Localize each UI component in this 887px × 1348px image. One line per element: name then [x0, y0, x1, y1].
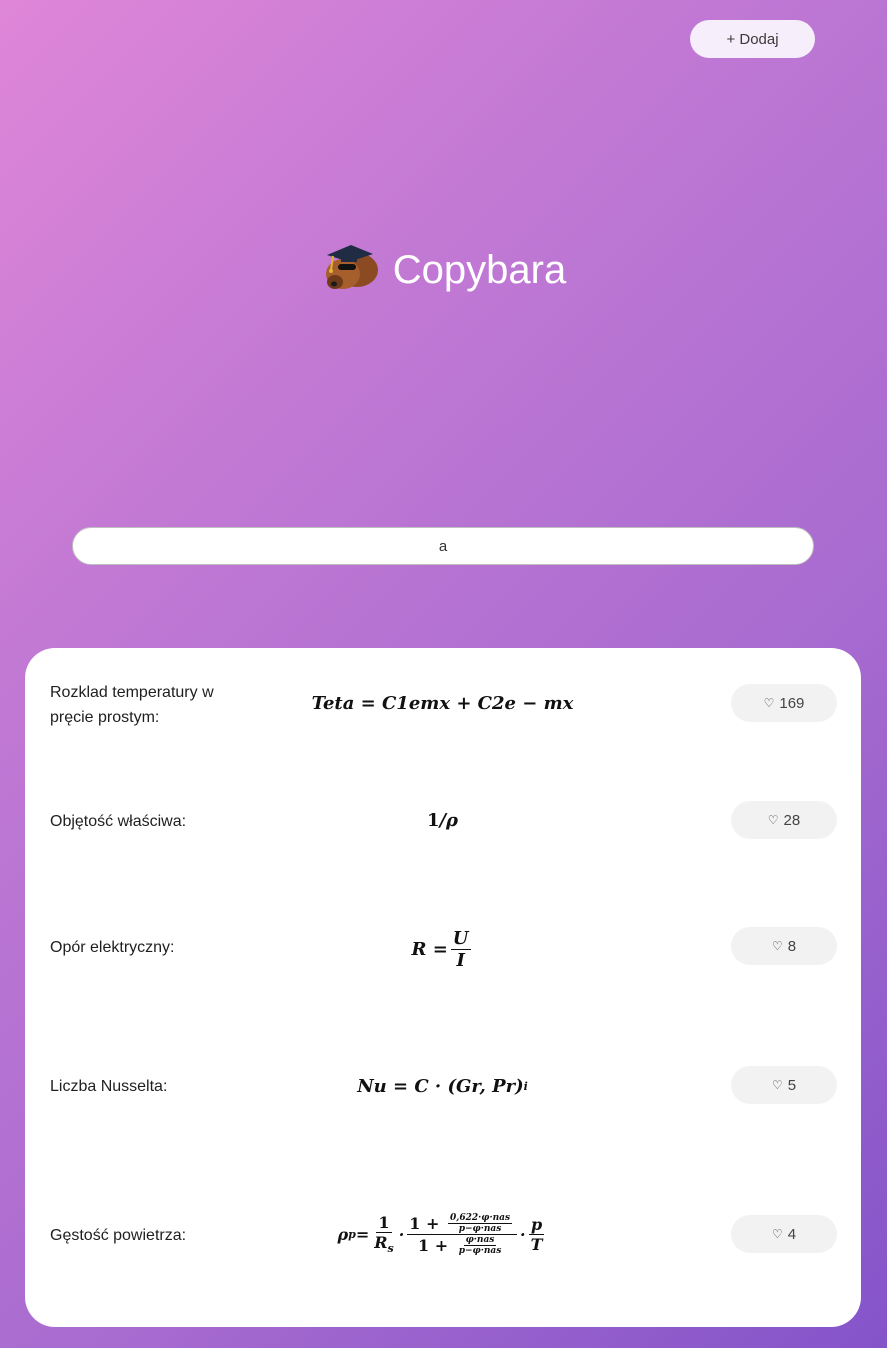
like-count: 28: [783, 811, 801, 829]
formula-label: Objętość właściwa:: [50, 813, 187, 830]
like-button[interactable]: ♡ 4: [731, 1215, 837, 1253]
formula-expression: R = UI: [411, 927, 471, 971]
like-count: 4: [787, 1225, 797, 1243]
like-button[interactable]: ♡ 169: [731, 684, 837, 722]
heart-icon: ♡: [771, 939, 783, 953]
like-button[interactable]: ♡ 5: [731, 1066, 837, 1104]
formula-label: Rozklad temperatury w pręcie prostym:: [50, 684, 214, 726]
formula-expression: Nu = C · (Gr, Pr) i: [357, 1075, 528, 1097]
formula-label: Gęstość powietrza:: [50, 1227, 187, 1244]
like-button[interactable]: ♡ 28: [731, 801, 837, 839]
brand-header: Copybara: [0, 240, 887, 300]
formula-expression: Teta = C1emx + C2e − mx: [311, 692, 574, 714]
capybara-graduate-icon: [321, 242, 381, 299]
like-count: 5: [787, 1076, 797, 1094]
formula-list: Rozklad temperatury w pręcie prostym: Te…: [25, 648, 861, 1327]
formula-expression: 1/ρ: [426, 809, 459, 831]
like-count: 169: [779, 694, 805, 712]
like-button[interactable]: ♡ 8: [731, 927, 837, 965]
add-button[interactable]: + Dodaj: [690, 20, 815, 58]
heart-icon: ♡: [771, 1078, 783, 1092]
formula-label: Opór elektryczny:: [50, 939, 175, 956]
heart-icon: ♡: [771, 1227, 783, 1241]
search-input[interactable]: [72, 527, 814, 565]
brand-title: Copybara: [392, 247, 567, 292]
formula-label: Liczba Nusselta:: [50, 1078, 168, 1095]
heart-icon: ♡: [763, 696, 775, 710]
formula-expression: ρp = 1 Rs · 1 + 0,622·φ·nas p−φ·nas 1 + φ·…: [337, 1212, 545, 1256]
like-count: 8: [787, 937, 797, 955]
heart-icon: ♡: [767, 813, 779, 827]
